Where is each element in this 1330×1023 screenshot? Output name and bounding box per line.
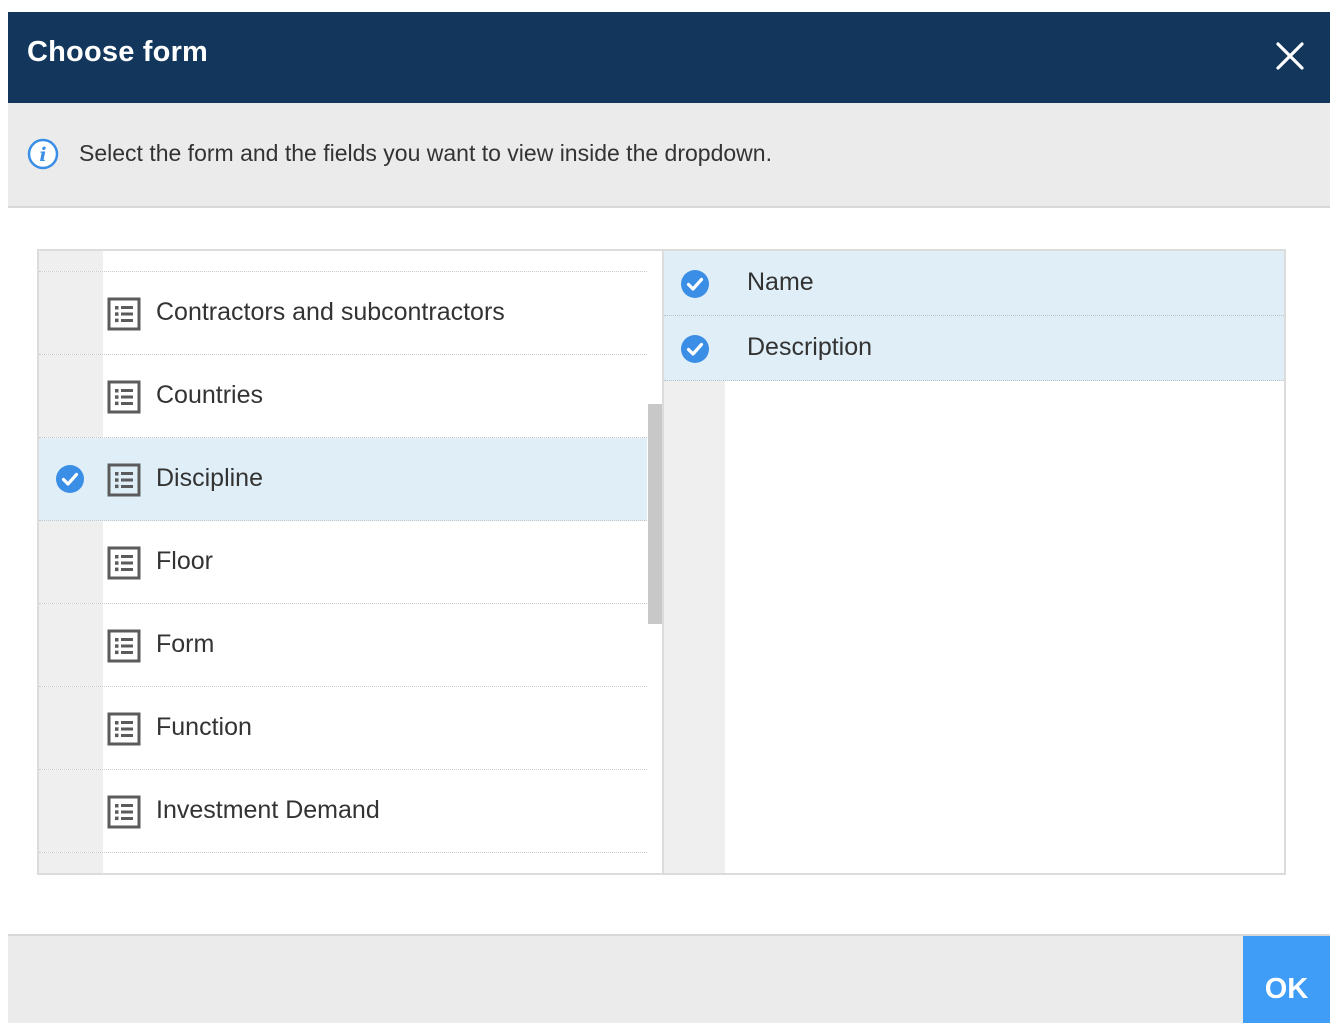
scrollbar-thumb[interactable] (648, 404, 662, 624)
field-list-item-label: Description (747, 333, 873, 361)
form-list-item-cell (103, 251, 647, 271)
form-list-item[interactable]: Investment Demand (39, 770, 647, 853)
form-list-scrollbar[interactable] (648, 251, 662, 873)
row-gutter (39, 521, 103, 603)
form-list-item-label: Form (156, 630, 215, 658)
form-list-icon (107, 629, 141, 663)
field-list: Name Description (664, 251, 1284, 381)
form-list-icon (107, 380, 141, 414)
form-list-item[interactable]: Discipline (39, 438, 647, 521)
form-list-icon (107, 795, 141, 829)
row-gutter (39, 770, 103, 852)
check-circle-icon (55, 464, 85, 494)
choose-form-dialog: Choose form i Select the form and the fi… (8, 12, 1330, 1023)
form-list-icon (107, 546, 141, 580)
form-list-item[interactable]: Function (39, 687, 647, 770)
form-list-item[interactable]: Form (39, 604, 647, 687)
form-list-item[interactable]: Contractors and subcontractors (39, 272, 647, 355)
form-list-icon (107, 297, 141, 331)
row-gutter (39, 251, 103, 271)
field-list-item[interactable]: Description (664, 316, 1284, 381)
form-list-icon (107, 712, 141, 746)
form-list: Change Request Contractors and subcontrac… (39, 251, 647, 853)
form-list-item-label: Countries (156, 381, 263, 409)
row-gutter (39, 604, 103, 686)
check-circle-icon[interactable] (680, 334, 710, 364)
info-icon: i (27, 138, 59, 170)
field-list-item[interactable]: Name (664, 251, 1284, 316)
info-bar: i Select the form and the fields you wan… (8, 103, 1330, 208)
form-list-item-label: Discipline (156, 464, 263, 492)
form-list-item-label: Floor (156, 547, 213, 575)
form-list-item[interactable]: Change Request (39, 251, 647, 272)
field-list-item-label: Name (747, 268, 814, 296)
form-list-item-label: Function (156, 713, 252, 741)
form-list-item[interactable]: Countries (39, 355, 647, 438)
form-list-item[interactable]: Floor (39, 521, 647, 604)
field-list-panel: Name Description (662, 249, 1286, 875)
form-list-panel[interactable]: Change Request Contractors and subcontrac… (37, 249, 664, 875)
ok-button[interactable]: OK (1243, 936, 1330, 1023)
row-gutter (39, 355, 103, 437)
info-text: Select the form and the fields you want … (79, 140, 772, 166)
form-list-icon (107, 463, 141, 497)
dialog-title: Choose form (27, 36, 209, 68)
dialog-footer: OK (8, 934, 1330, 1023)
dialog-titlebar: Choose form (8, 12, 1330, 103)
row-gutter (39, 687, 103, 769)
form-list-item-label: Contractors and subcontractors (156, 298, 505, 326)
svg-text:i: i (39, 144, 46, 166)
check-circle-icon[interactable] (680, 269, 710, 299)
form-list-item-label: Investment Demand (156, 796, 380, 824)
row-gutter (39, 272, 103, 354)
close-icon[interactable] (1270, 36, 1310, 76)
